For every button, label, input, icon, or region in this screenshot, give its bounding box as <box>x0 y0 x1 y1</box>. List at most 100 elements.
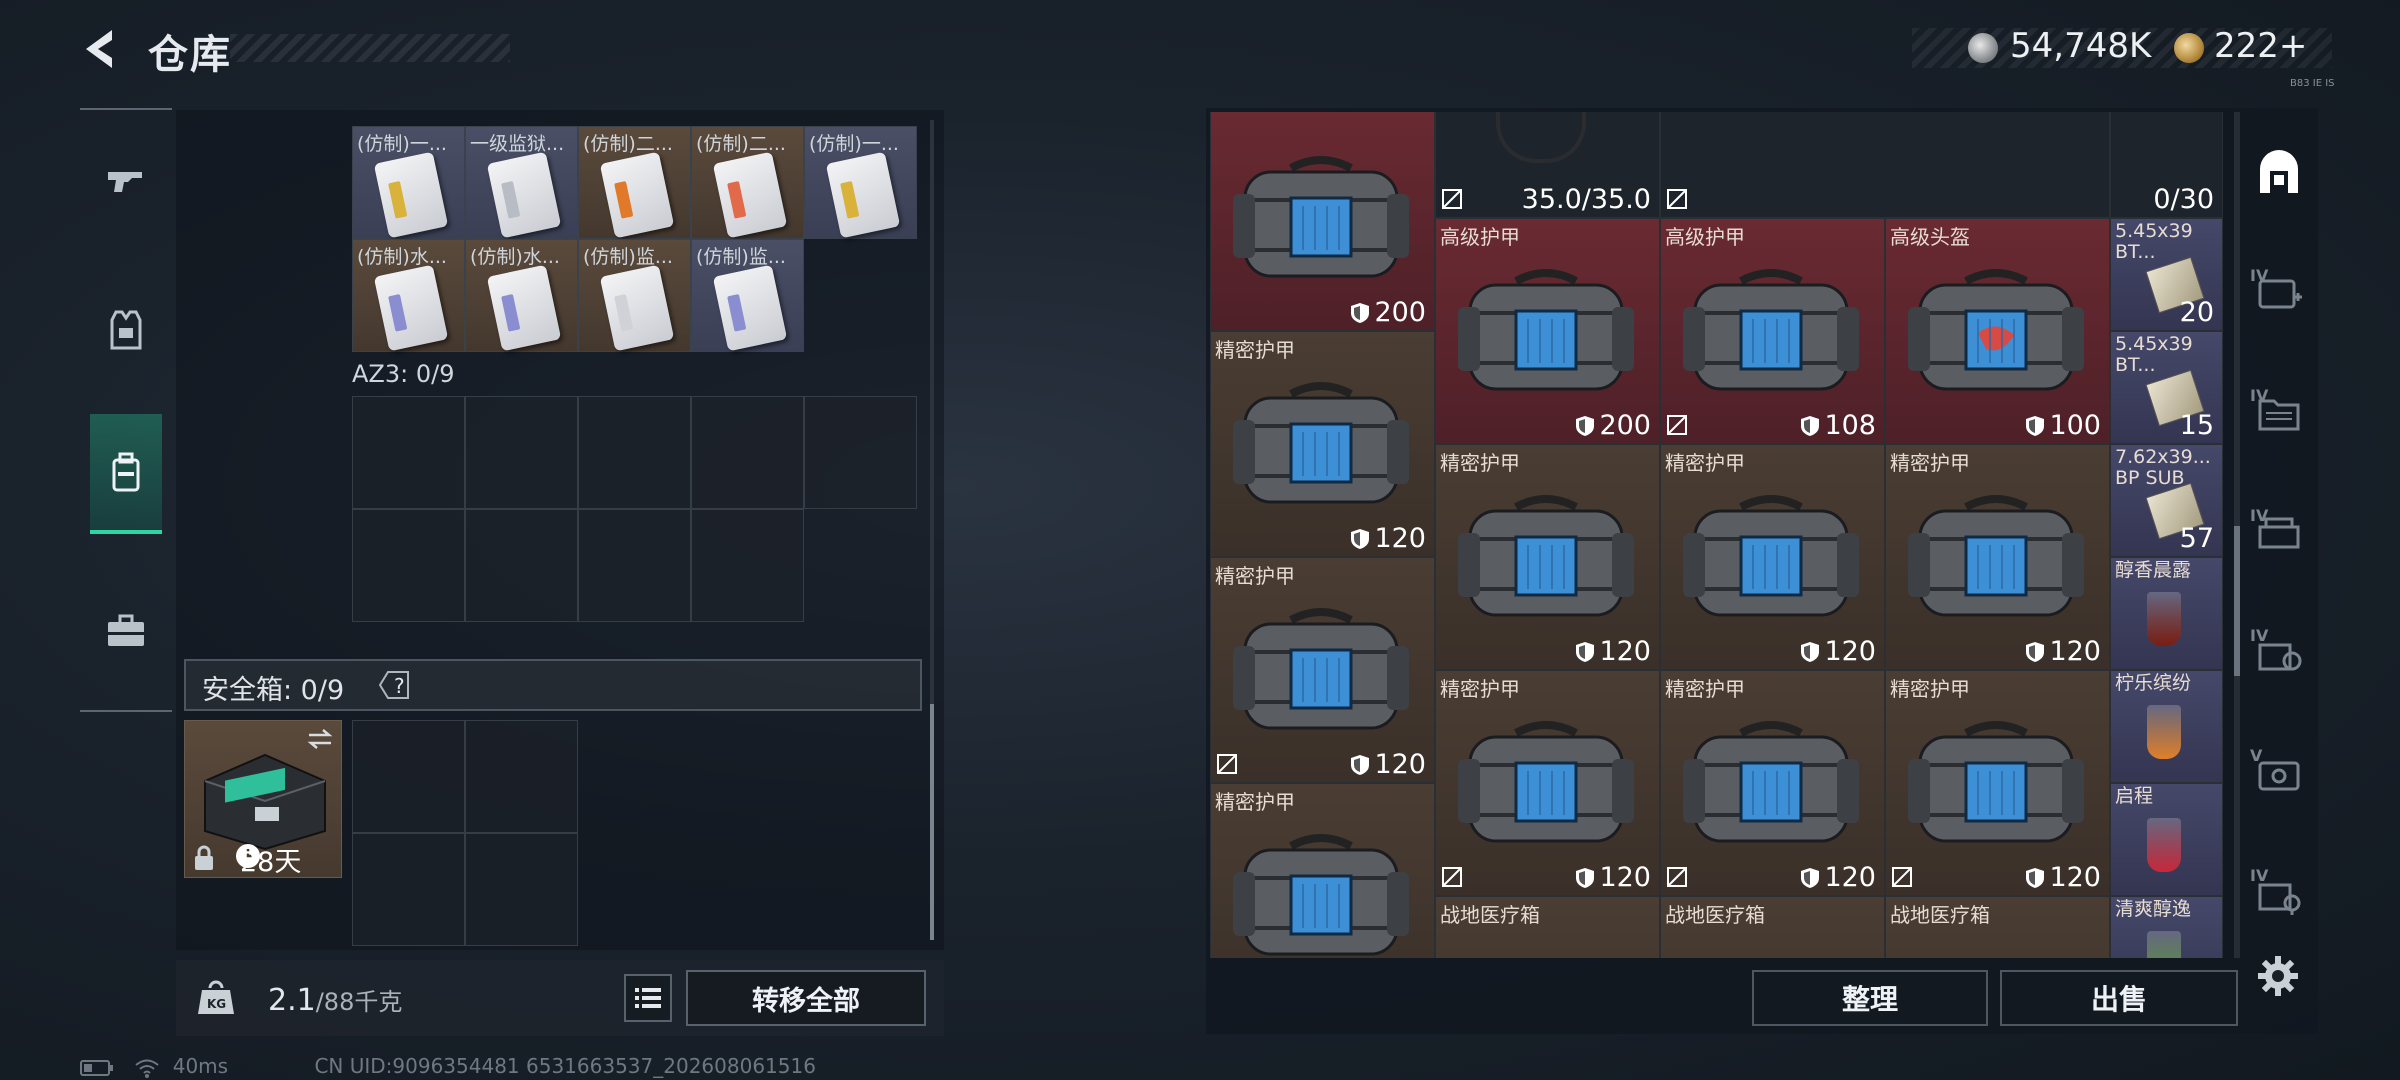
stash-item[interactable]: 精密护甲 120 <box>1210 557 1435 783</box>
stash-item[interactable]: 精密护甲120 <box>1210 331 1435 557</box>
transfer-all-button[interactable]: 转移全部 <box>686 970 926 1026</box>
stash-item[interactable]: 精密护甲120 <box>1885 670 2110 896</box>
stash-item[interactable]: 精密护甲120 <box>1435 444 1660 670</box>
item-name: 7.62x39... BP SUB <box>2115 446 2211 489</box>
stash-nav-med[interactable]: IV <box>2244 232 2314 352</box>
empty-slot[interactable] <box>352 833 465 946</box>
stash-item[interactable]: 精密护甲120 <box>1435 670 1660 896</box>
stash-nav-folder[interactable]: IV <box>2244 352 2314 472</box>
empty-slot[interactable] <box>578 396 691 509</box>
empty-slot[interactable] <box>352 396 465 509</box>
container-item-card[interactable]: (仿制)二... <box>578 126 691 239</box>
settings-gear-icon[interactable] <box>2256 954 2300 998</box>
stash-small-item[interactable]: 5.45x39 BT... 20 <box>2110 218 2223 331</box>
card-stripe <box>501 294 521 332</box>
backpack-icon <box>112 452 140 492</box>
sell-button[interactable]: 出售 <box>2000 970 2238 1026</box>
stash-item[interactable]: 战地医疗箱 <box>1885 896 2110 958</box>
container-item-card[interactable]: (仿制)水... <box>465 239 578 352</box>
item-label: (仿制)水... <box>357 246 447 268</box>
version-tag: B83 IE IS <box>2290 78 2335 89</box>
swap-arrows-icon[interactable] <box>305 727 335 751</box>
item-durability: 108 <box>1800 410 1876 441</box>
container-item-card[interactable]: (仿制)监... <box>691 239 804 352</box>
kg-label: KG <box>207 997 226 1011</box>
nav-cases[interactable] <box>90 570 162 690</box>
stash-item[interactable]: 0/30 <box>2110 112 2223 218</box>
weight-readout: 2.1/88千克 <box>268 982 402 1018</box>
item-value: 120 <box>2049 636 2101 667</box>
help-icon[interactable]: ? <box>374 668 414 702</box>
empty-slot[interactable] <box>352 509 465 622</box>
item-image-partial <box>1496 112 1586 163</box>
container-item-card[interactable]: 一级监狱... <box>465 126 578 239</box>
item-value: 120 <box>1374 749 1426 780</box>
item-durability: 120 <box>2025 862 2101 893</box>
empty-slot[interactable] <box>352 720 465 833</box>
stash-item[interactable]: 高级护甲 108 <box>1660 218 1885 444</box>
currency-gold-amount[interactable]: 222+ <box>2214 26 2307 66</box>
nav-containers[interactable] <box>90 414 162 534</box>
armor-vest-icon <box>110 310 142 350</box>
stash-nav-gear-box[interactable]: IV <box>2244 592 2314 712</box>
stash-nav-home[interactable] <box>2244 112 2314 232</box>
item-name: 战地医疗箱 <box>1440 903 1540 927</box>
empty-slot[interactable] <box>578 509 691 622</box>
container-item-card[interactable]: (仿制)一... <box>804 126 917 239</box>
container-item-card[interactable]: (仿制)二... <box>691 126 804 239</box>
nav-armor[interactable] <box>90 270 162 390</box>
armor-bag-icon <box>1908 721 2084 843</box>
stash-item[interactable]: 高级护甲 200 <box>1435 218 1660 444</box>
stash-small-item[interactable]: 启程 <box>2110 783 2223 896</box>
empty-slot[interactable] <box>691 509 804 622</box>
stash-small-item[interactable]: 5.45x39 BT... 15 <box>2110 331 2223 444</box>
container-item-card[interactable]: (仿制)水... <box>352 239 465 352</box>
stash-small-item[interactable]: 清爽醇逸 <box>2110 896 2223 958</box>
back-arrow-icon[interactable] <box>78 26 122 72</box>
item-value: 108 <box>1824 410 1876 441</box>
container-item-card[interactable]: (仿制)监... <box>578 239 691 352</box>
empty-slot[interactable] <box>465 833 578 946</box>
empty-slot[interactable] <box>465 509 578 622</box>
stash-item[interactable]: 精密护甲120 <box>1660 444 1885 670</box>
stash-nav-screen[interactable]: V <box>2244 712 2314 832</box>
empty-slot[interactable] <box>465 720 578 833</box>
title-decoration <box>230 34 510 62</box>
item-durability: 120 <box>1800 636 1876 667</box>
stash-item[interactable]: 精密护甲120 <box>1885 444 2110 670</box>
stash-item[interactable] <box>1660 112 2110 218</box>
left-scroll-thumb[interactable] <box>930 704 934 940</box>
empty-slot[interactable] <box>804 396 917 509</box>
stash-scrollbar[interactable] <box>2234 112 2240 958</box>
container-item-card[interactable]: (仿制)一... <box>352 126 465 239</box>
stash-item[interactable]: 35.0/35.0 <box>1435 112 1660 218</box>
item-durability: 35.0/35.0 <box>1522 184 1651 215</box>
sort-button[interactable]: 整理 <box>1752 970 1988 1026</box>
item-durability: 0/30 <box>2153 184 2214 215</box>
item-value: 120 <box>1824 862 1876 893</box>
no-trade-icon <box>1442 189 1462 209</box>
list-view-button[interactable] <box>624 974 672 1022</box>
stash-small-item[interactable]: 柠乐缤纷 <box>2110 670 2223 783</box>
left-scrollbar[interactable] <box>930 120 934 940</box>
drink-icon <box>2147 592 2181 646</box>
stash-item[interactable]: 精密护甲120 <box>1210 783 1435 958</box>
stash-item[interactable]: 高级头盔 100 <box>1885 218 2110 444</box>
stash-item[interactable]: 战地医疗箱 <box>1660 896 1885 958</box>
stash-item[interactable]: 精密护甲120 <box>1660 670 1885 896</box>
nav-weapons[interactable] <box>90 120 162 240</box>
item-count: 20 <box>2179 297 2214 328</box>
card-stripe <box>727 294 747 332</box>
empty-slot[interactable] <box>465 396 578 509</box>
stash-small-item[interactable]: 7.62x39... BP SUB 57 <box>2110 444 2223 557</box>
stash-nav-ammo[interactable]: IV <box>2244 472 2314 592</box>
page-title: 仓库 <box>148 32 232 78</box>
stash-item[interactable]: 200 <box>1210 112 1435 331</box>
stash-nav-key[interactable]: IV <box>2244 832 2314 952</box>
empty-slot[interactable] <box>691 396 804 509</box>
stash-scroll-thumb[interactable] <box>2234 526 2240 676</box>
stash-small-item[interactable]: 醇香晨露 <box>2110 557 2223 670</box>
stash-item[interactable]: 战地医疗箱 <box>1435 896 1660 958</box>
item-label: (仿制)监... <box>583 246 673 268</box>
item-name: 精密护甲 <box>1215 564 1295 588</box>
